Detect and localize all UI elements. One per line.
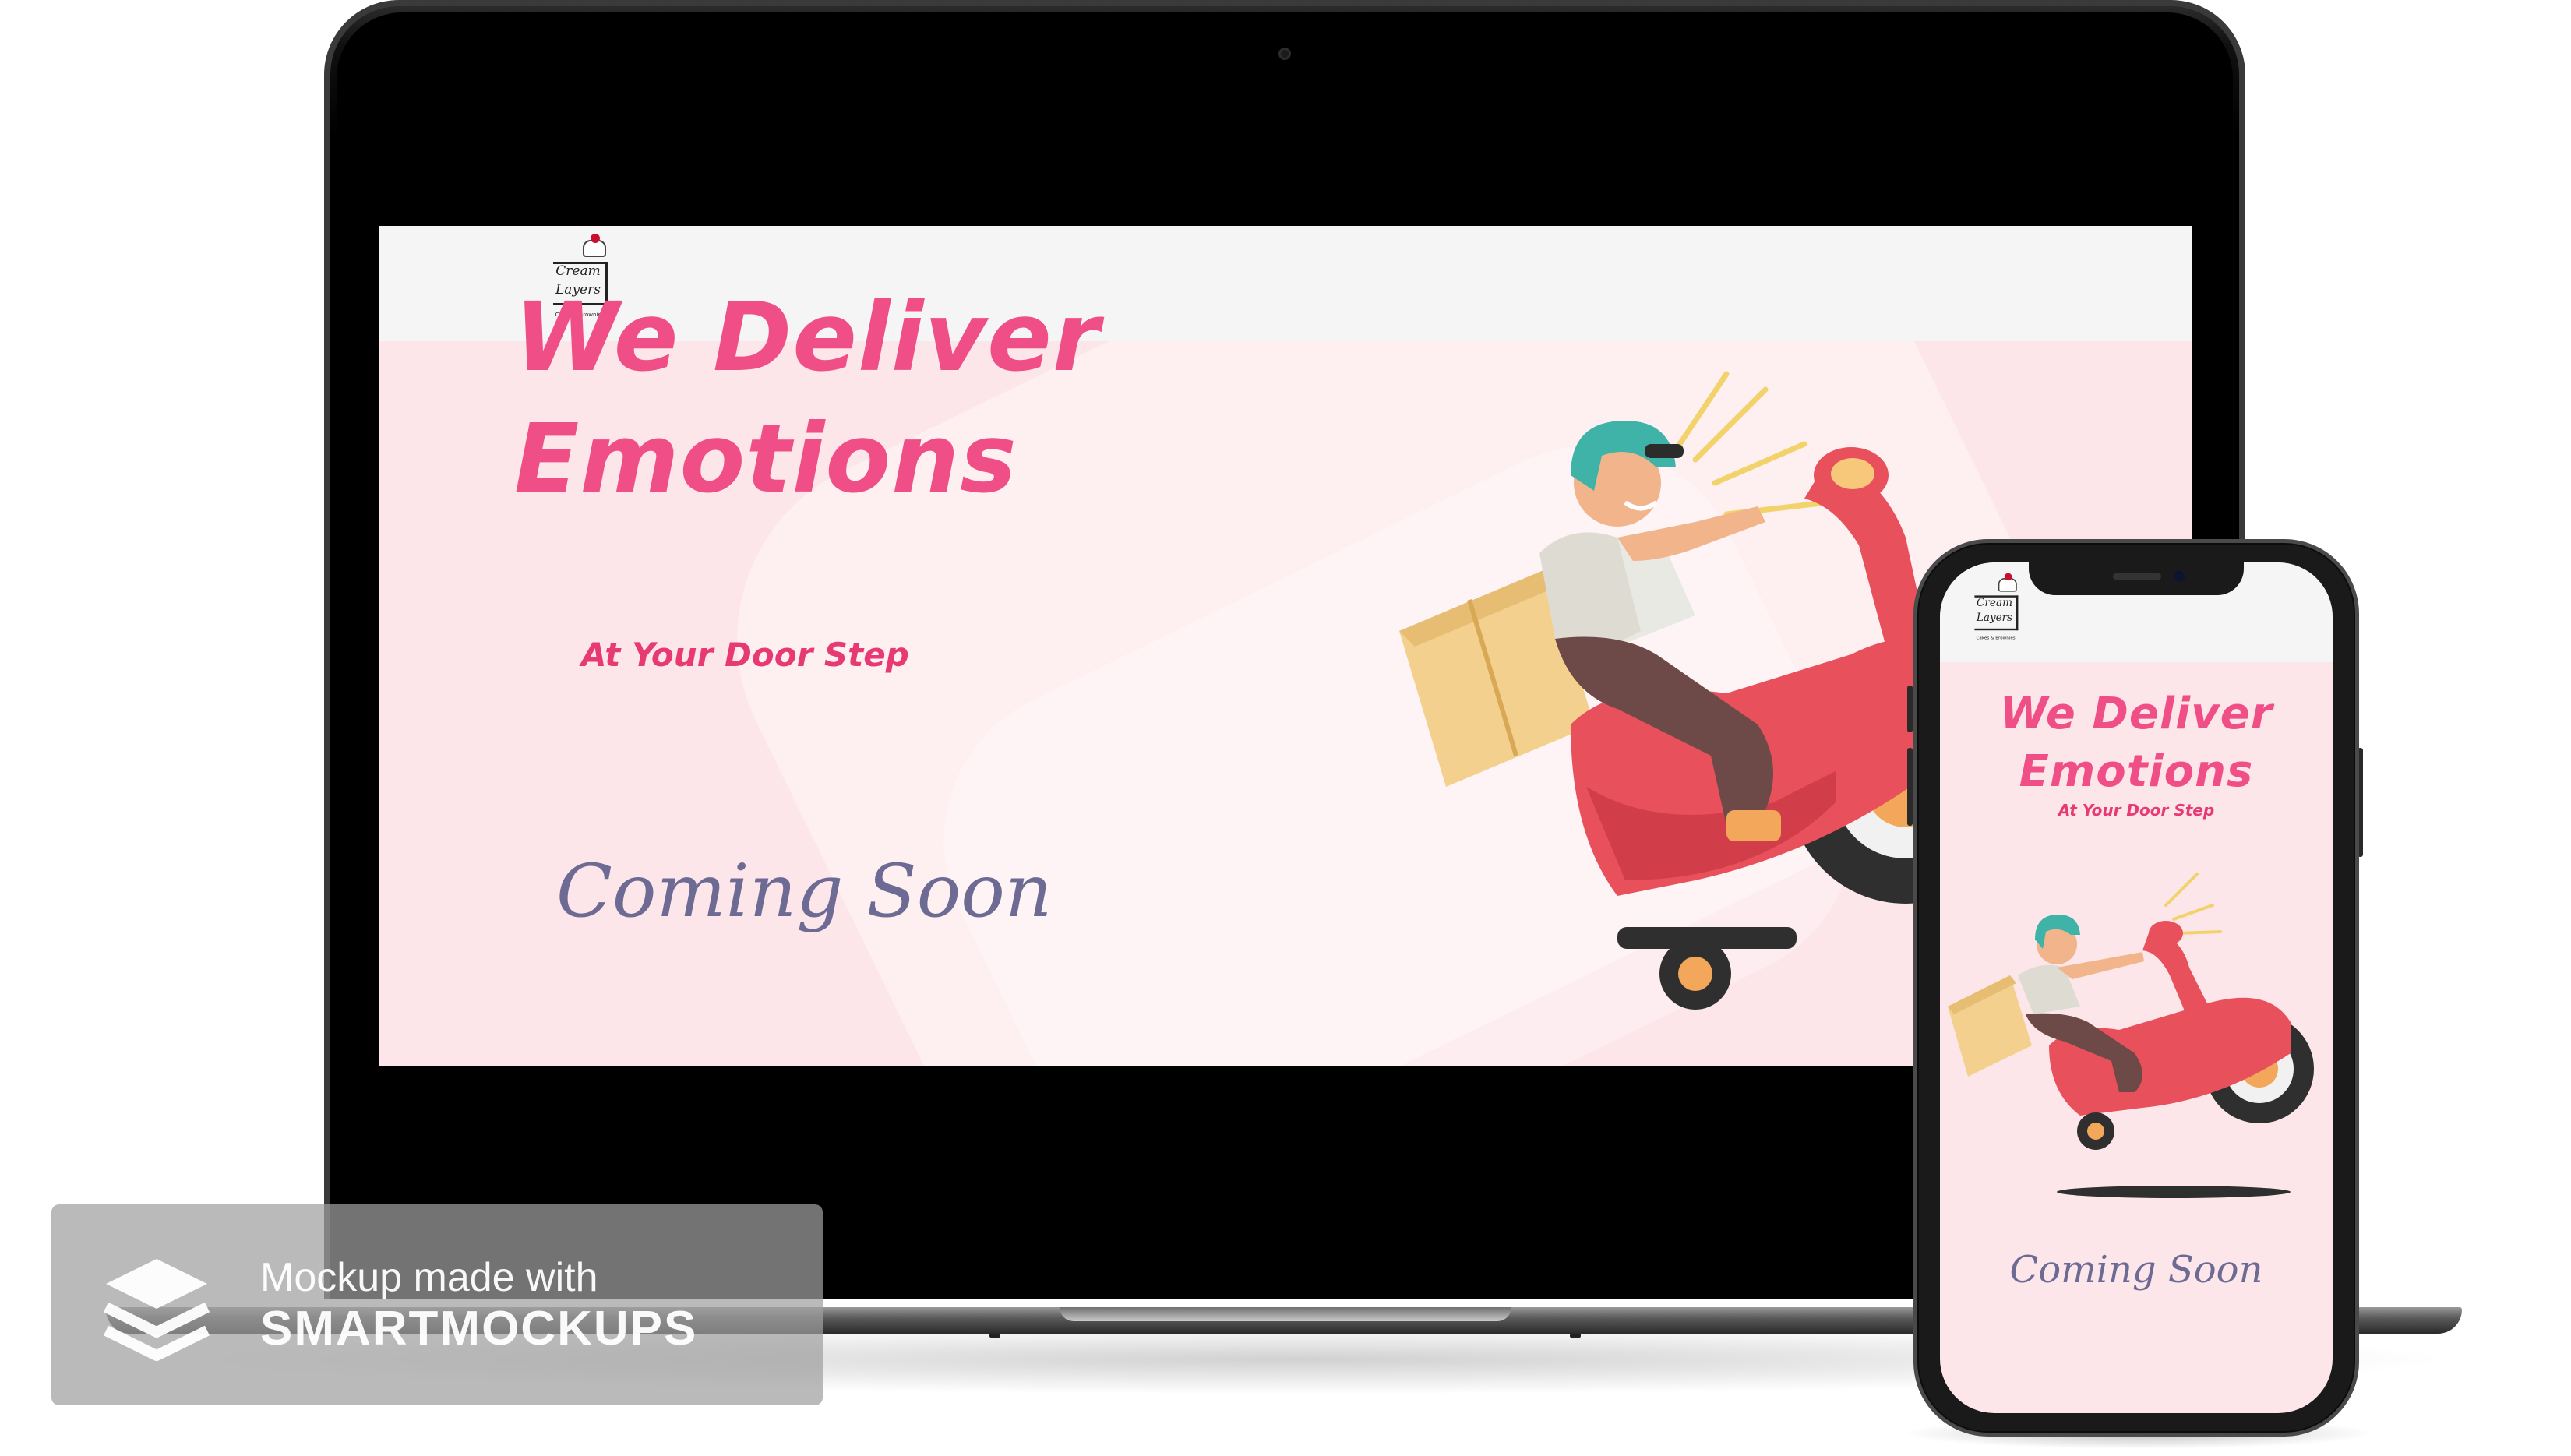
laptop-foot xyxy=(989,1334,1000,1338)
watermark-text: Mockup made with xyxy=(260,1255,598,1300)
laptop-foot xyxy=(1570,1334,1581,1338)
speed-lines xyxy=(1677,371,1831,517)
cherry-icon xyxy=(2004,573,2012,581)
headline-line-2: Emotions xyxy=(2019,746,2254,797)
webcam-icon xyxy=(1278,48,1291,60)
subheadline: At Your Door Step xyxy=(2058,801,2215,820)
brand-logo[interactable]: Cream Layers Cakes & Brownies xyxy=(1963,573,2026,647)
delivery-illustration xyxy=(1948,873,2314,1198)
phone-screen: Cream Layers Cakes & Brownies We Deliver… xyxy=(1940,562,2333,1413)
front-camera-icon xyxy=(2174,571,2185,582)
headline-line-2: Emotions xyxy=(514,404,1017,514)
logo-text: Layers xyxy=(1976,612,2013,625)
laptop-hinge-notch xyxy=(1060,1307,1511,1321)
watermark-brand: SMARTMOCKUPS xyxy=(260,1302,698,1356)
coming-soon-text: Coming Soon xyxy=(556,849,1053,934)
logo-text: Cream xyxy=(555,263,601,279)
parcel-icon xyxy=(1948,975,2032,1077)
phone-side-button xyxy=(1907,686,1913,732)
logo-tagline: Cakes & Brownies xyxy=(1976,635,2016,640)
layers-icon xyxy=(103,1259,210,1361)
headline-line-1: We Deliver xyxy=(514,282,1101,393)
speaker-icon xyxy=(2113,573,2161,580)
phone-side-button xyxy=(1907,748,1913,826)
headline-line-1: We Deliver xyxy=(1999,689,2273,739)
subheadline: At Your Door Step xyxy=(581,636,909,674)
cherry-icon xyxy=(591,234,600,243)
coming-soon-text: Coming Soon xyxy=(2009,1248,2263,1292)
logo-text: Cream xyxy=(1977,597,2012,609)
